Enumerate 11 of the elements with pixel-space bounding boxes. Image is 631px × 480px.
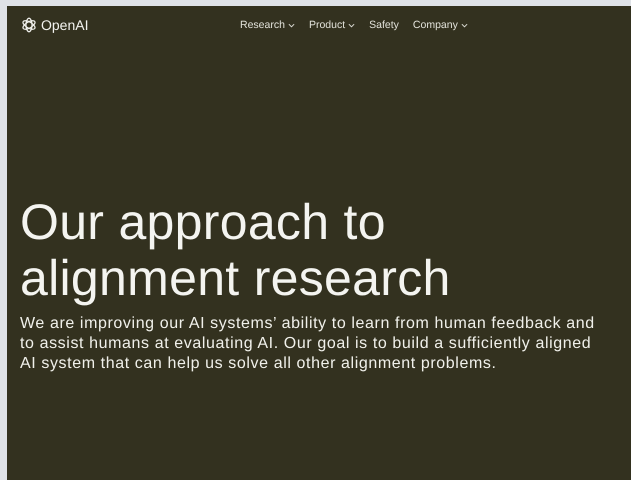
hero-text: We are improving our AI systems’ ability to learn from human feedback and to assist humans at evaluating AI. Our goal is to build a sufficiently aligned AI system that can help us solve all other alignment problems. bbox=[20, 314, 596, 374]
logo-text[interactable]: OpenAI bbox=[41, 17, 88, 33]
chevron-icon bbox=[288, 22, 295, 28]
nav-link[interactable]: Company bbox=[412, 19, 468, 31]
chevron-icon bbox=[348, 22, 356, 28]
logo-icon bbox=[20, 16, 38, 34]
nav-link[interactable]: Research bbox=[240, 19, 295, 31]
hero-title: Our approach to alignment research bbox=[20, 194, 452, 306]
nav-link[interactable]: Safety bbox=[369, 19, 399, 31]
nav-link[interactable]: Product bbox=[308, 19, 356, 31]
chevron-icon bbox=[460, 22, 468, 28]
